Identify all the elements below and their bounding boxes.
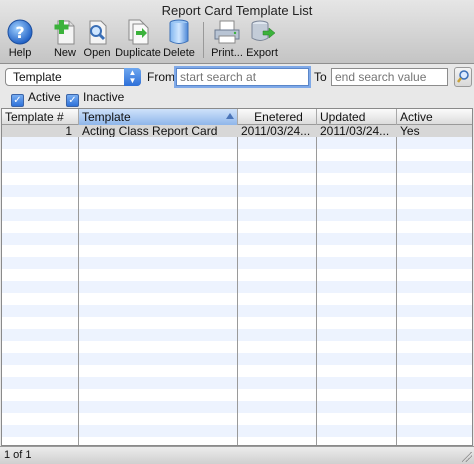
column-divider [78,125,79,445]
record-count: 1 of 1 [4,449,32,461]
window-title: Report Card Template List [161,3,313,18]
cell-updated: 2011/03/24... [320,125,390,137]
template-table: Template # Template Enetered Updated Act… [1,108,473,446]
trash-can-icon [163,18,195,46]
search-field-select[interactable]: Template ▲ ▼ [5,68,141,86]
active-checkbox-label: Active [28,90,61,104]
column-header-updated[interactable]: Updated [317,109,397,125]
magnifier-icon [455,70,471,89]
cell-entered: 2011/03/24... [241,125,311,137]
search-button[interactable] [454,67,472,87]
export-label: Export [246,47,278,59]
select-arrows-icon: ▲ ▼ [124,68,141,86]
cell-active: Yes [400,125,420,137]
filter-bar: Template ▲▼ From To ✓ Active ✓ Inactive [0,65,474,108]
delete-label: Delete [163,47,195,59]
column-header-entered[interactable]: Enetered [238,109,317,125]
active-checkbox[interactable]: ✓ Active [11,90,61,107]
report-card-template-window: Report Card Template List ? Help New Ope… [0,0,474,464]
export-button[interactable]: Export [236,18,288,60]
start-search-input[interactable] [176,68,309,86]
status-bar: 1 of 1 [0,446,474,464]
resize-grip-icon[interactable] [462,452,472,462]
delete-button[interactable]: Delete [153,18,205,60]
cell-template-number: 1 [65,125,72,137]
duplicate-document-icon [122,18,154,46]
toolbar: Report Card Template List ? Help New Ope… [0,0,474,64]
sort-ascending-icon [226,113,234,119]
table-row[interactable]: 1 Acting Class Report Card 2011/03/24...… [2,125,472,137]
table-header: Template # Template Enetered Updated Act… [2,109,472,125]
column-header-template-number[interactable]: Template # [2,109,79,125]
end-search-input[interactable] [331,68,448,86]
search-field-selected: Template [13,70,62,84]
inactive-checkbox[interactable]: ✓ Inactive [66,90,124,107]
export-database-icon [246,18,278,46]
svg-text:?: ? [15,23,24,42]
checkmark-icon: ✓ [66,94,79,107]
help-icon: ? [4,18,36,46]
column-divider [237,125,238,445]
column-divider [396,125,397,445]
column-divider [316,125,317,445]
to-label: To [314,70,327,84]
column-header-active[interactable]: Active [397,109,472,125]
column-header-template[interactable]: Template [79,109,238,125]
inactive-checkbox-label: Inactive [83,90,125,104]
open-document-icon [81,18,113,46]
from-label: From [147,70,175,84]
column-header-template-label: Template [82,110,131,124]
checkmark-icon: ✓ [11,94,24,107]
cell-template: Acting Class Report Card [82,125,218,137]
